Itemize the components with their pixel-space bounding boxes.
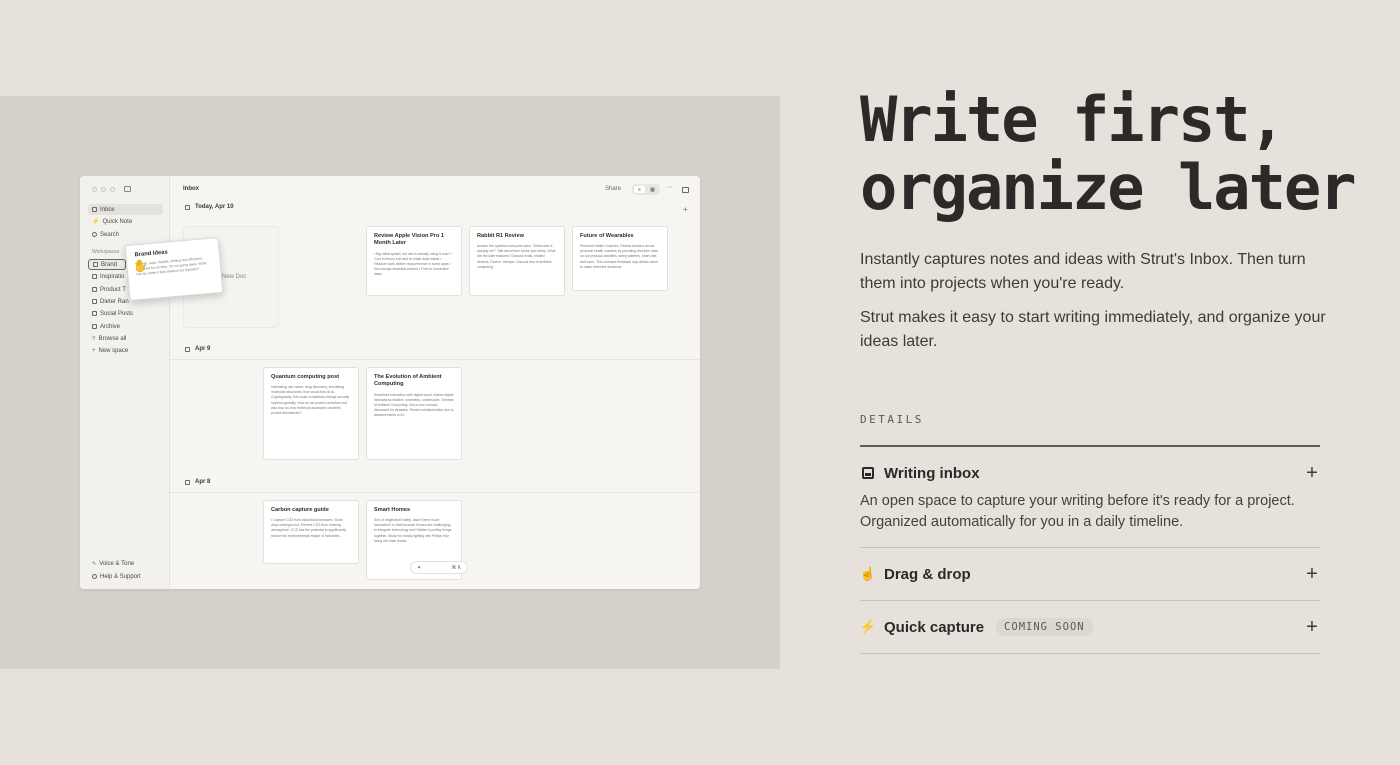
note-card[interactable]: Review Apple Vision Pro 1 Month Later • … <box>366 226 462 296</box>
grab-hand-icon: ✋ <box>131 257 150 275</box>
details-label: DETAILS <box>860 413 924 426</box>
day-header: Apr 8 <box>185 479 210 485</box>
divider <box>860 547 1320 548</box>
bolt-icon: ⚡ <box>92 219 100 225</box>
inbox-icon <box>860 465 876 481</box>
coming-soon-badge: COMING SOON <box>996 618 1093 636</box>
folder-icon <box>92 274 97 279</box>
search-icon <box>92 232 97 237</box>
plus-icon: + <box>92 347 96 354</box>
main-area: Inbox Share ≡ ▦ ··· Today, Apr 10 + New … <box>170 176 700 589</box>
accordion-body: An open space to capture your writing be… <box>860 493 1295 530</box>
sidebar-item-browse-all[interactable]: ⠿ Browse all <box>88 333 163 344</box>
calendar-icon <box>185 479 190 485</box>
folder-icon <box>93 262 98 267</box>
divider <box>170 492 700 493</box>
folder-icon <box>92 324 97 329</box>
headline: Write first, organize later <box>860 83 1357 224</box>
workspaces-label: Workspaces <box>92 249 120 255</box>
view-toggle[interactable]: ≡ ▦ <box>632 184 660 195</box>
sidebar-item-help[interactable]: Help & Support <box>88 571 163 582</box>
window-controls[interactable] <box>92 187 115 192</box>
topbar: Inbox Share ≡ ▦ ··· <box>170 176 700 204</box>
pen-icon: ✎ <box>92 560 97 567</box>
divider <box>860 653 1320 654</box>
app-window: Inbox ⚡ Quick Note Search Workspaces Bra… <box>80 176 700 589</box>
accordion-quick-capture[interactable]: ⚡ Quick capture COMING SOON + <box>860 614 1320 640</box>
grid-view-icon[interactable]: ▦ <box>647 186 658 193</box>
plus-icon[interactable]: + <box>1304 462 1320 485</box>
shortcut-hint: ⌘ K <box>451 564 461 571</box>
intro-paragraph: Instantly captures notes and ideas with … <box>860 251 1306 292</box>
plus-icon[interactable]: + <box>1304 616 1320 639</box>
sparkle-icon: ✦ <box>417 564 422 571</box>
product-showcase: Inbox ⚡ Quick Note Search Workspaces Bra… <box>0 96 780 669</box>
intro-paragraph: Strut makes it easy to start writing imm… <box>860 309 1326 350</box>
panel-toggle-icon[interactable] <box>682 187 689 193</box>
divider <box>170 359 700 360</box>
day-header: Today, Apr 10 <box>185 204 234 210</box>
folder-icon <box>92 287 97 292</box>
list-view-icon[interactable]: ≡ <box>634 186 645 193</box>
note-card[interactable]: Carbon capture guide • Capture CO2 from … <box>263 500 359 564</box>
note-card[interactable]: Quantum computing post Interesting use c… <box>263 367 359 460</box>
note-card[interactable]: Future of Wearables Personal Health Coac… <box>572 226 668 291</box>
sidebar-item-new-space[interactable]: + New space <box>88 345 163 356</box>
sidebar: Inbox ⚡ Quick Note Search Workspaces Bra… <box>80 176 170 589</box>
calendar-icon <box>185 346 190 352</box>
sidebar-item-voice-tone[interactable]: ✎ Voice & Tone <box>88 558 163 569</box>
bolt-icon: ⚡ <box>859 619 877 634</box>
calendar-icon <box>185 204 190 210</box>
folder-icon <box>92 311 97 316</box>
sidebar-item-inbox[interactable]: Inbox <box>88 204 163 215</box>
hand-pointer-icon: ☝ <box>859 566 877 581</box>
day-header: Apr 9 <box>185 346 210 352</box>
accordion-writing-inbox[interactable]: Writing inbox + <box>860 460 1320 486</box>
folder-icon <box>92 299 97 304</box>
divider <box>860 445 1320 447</box>
page-title: Inbox <box>183 186 199 192</box>
sidebar-item-archive[interactable]: Archive <box>88 321 163 332</box>
sidebar-item-space[interactable]: Social Posts <box>88 308 163 319</box>
accordion-drag-drop[interactable]: ☝ Drag & drop + <box>860 561 1320 587</box>
sidebar-toggle-icon[interactable] <box>124 186 131 192</box>
share-button[interactable]: Share <box>605 186 621 192</box>
sidebar-item-search[interactable]: Search <box>88 229 163 240</box>
inbox-icon <box>92 207 97 212</box>
plus-icon[interactable]: + <box>1304 563 1320 586</box>
note-card[interactable]: Rabbit R1 Review Answer the question eve… <box>469 226 565 296</box>
grid-icon: ⠿ <box>92 335 96 342</box>
add-note-button[interactable]: + <box>683 205 688 214</box>
divider <box>860 600 1320 601</box>
ai-command-bar[interactable]: ✦ ⌘ K <box>410 561 468 574</box>
sidebar-item-quick-note[interactable]: ⚡ Quick Note <box>88 216 163 227</box>
help-icon <box>92 574 97 579</box>
note-card[interactable]: The Evolution of Ambient Computing Redef… <box>366 367 462 460</box>
more-icon[interactable]: ··· <box>666 184 673 191</box>
sidebar-item-brand[interactable]: Brand <box>88 259 126 270</box>
